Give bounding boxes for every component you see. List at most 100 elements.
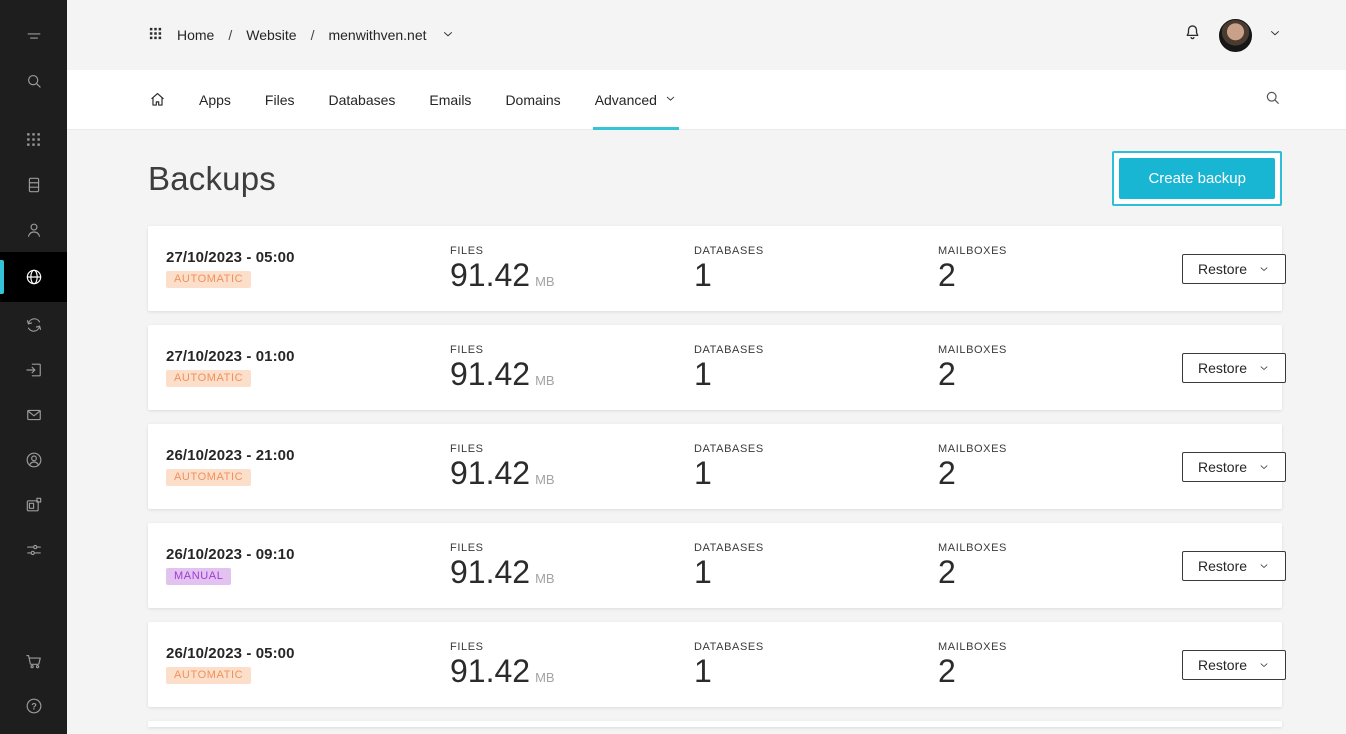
backup-databases-stat: DATABASES 1: [694, 641, 938, 689]
backup-mailboxes-stat: MAILBOXES 2: [938, 344, 1182, 392]
mailboxes-value: 2: [938, 259, 1182, 293]
files-unit: MB: [535, 670, 555, 685]
backup-card: 27/10/2023 - 01:00 AUTOMATIC FILES 91.42…: [148, 325, 1282, 410]
chevron-down-icon: [1258, 461, 1270, 473]
backup-databases-stat: DATABASES 1: [694, 443, 938, 491]
backup-meta: 26/10/2023 - 05:00 AUTOMATIC: [166, 645, 450, 684]
tab-emails[interactable]: Emails: [427, 70, 473, 130]
databases-value: 1: [694, 556, 938, 590]
mail-icon[interactable]: [0, 392, 67, 437]
main-area: Home / Website / menwithven.net Apps Fil…: [67, 0, 1346, 734]
files-unit: MB: [535, 571, 555, 586]
files-size: 91.42: [450, 653, 530, 689]
restore-button[interactable]: Restore: [1182, 650, 1286, 680]
user-icon[interactable]: [0, 207, 67, 252]
restore-label: Restore: [1198, 261, 1247, 277]
content: Backups Create backup 27/10/2023 - 05:00…: [67, 130, 1346, 734]
restore-label: Restore: [1198, 558, 1247, 574]
backup-mailboxes-stat: MAILBOXES 2: [938, 542, 1182, 590]
files-value: 91.42 MB: [450, 655, 694, 689]
tab-advanced-label: Advanced: [595, 92, 657, 108]
notifications-bell-icon[interactable]: [1182, 22, 1203, 48]
backup-datetime: 26/10/2023 - 09:10: [166, 546, 450, 563]
mailboxes-value: 2: [938, 358, 1182, 392]
restore-button[interactable]: Restore: [1182, 551, 1286, 581]
menu-icon[interactable]: [0, 13, 67, 58]
gallery-icon[interactable]: [0, 482, 67, 527]
sliders-icon[interactable]: [0, 527, 67, 572]
avatar[interactable]: [1219, 19, 1252, 52]
create-backup-button[interactable]: Create backup: [1119, 158, 1275, 199]
mailboxes-label: MAILBOXES: [938, 344, 1182, 356]
tab-databases[interactable]: Databases: [326, 70, 397, 130]
backup-card: 26/10/2023 - 21:00 AUTOMATIC FILES 91.42…: [148, 424, 1282, 509]
tab-domains[interactable]: Domains: [503, 70, 562, 130]
backup-databases-stat: DATABASES 1: [694, 542, 938, 590]
files-size: 91.42: [450, 455, 530, 491]
backup-card: 27/10/2023 - 05:00 AUTOMATIC FILES 91.42…: [148, 226, 1282, 311]
databases-label: DATABASES: [694, 245, 938, 257]
restore-label: Restore: [1198, 657, 1247, 673]
files-value: 91.42 MB: [450, 556, 694, 590]
restore-button[interactable]: Restore: [1182, 353, 1286, 383]
databases-label: DATABASES: [694, 641, 938, 653]
breadcrumb-separator: /: [311, 27, 315, 43]
databases-label: DATABASES: [694, 542, 938, 554]
mailboxes-label: MAILBOXES: [938, 542, 1182, 554]
apps-grid-icon[interactable]: [0, 117, 67, 162]
backup-files-stat: FILES 91.42MB: [450, 245, 694, 293]
databases-value: 1: [694, 457, 938, 491]
waffle-grid-icon[interactable]: [148, 26, 163, 44]
files-size: 91.42: [450, 356, 530, 392]
backup-type-badge: AUTOMATIC: [166, 370, 251, 387]
files-value: 91.42MB: [450, 358, 694, 392]
restore-label: Restore: [1198, 360, 1247, 376]
files-label: FILES: [450, 344, 694, 356]
chevron-down-icon: [664, 92, 677, 108]
chevron-down-icon: [1258, 560, 1270, 572]
backup-type-badge: AUTOMATIC: [166, 469, 251, 486]
backup-card-partial: [148, 721, 1282, 727]
backup-mailboxes-stat: MAILBOXES 2: [938, 641, 1182, 689]
sidebar: ?: [0, 0, 67, 734]
server-icon[interactable]: [0, 162, 67, 207]
active-indicator: [0, 260, 4, 294]
account-chevron-down-icon[interactable]: [1268, 26, 1282, 45]
mailboxes-label: MAILBOXES: [938, 641, 1182, 653]
page-header: Backups Create backup: [148, 151, 1282, 206]
tab-home[interactable]: [148, 90, 167, 109]
search-icon[interactable]: [1263, 88, 1282, 112]
files-label: FILES: [450, 542, 694, 554]
mailboxes-value: 2: [938, 655, 1182, 689]
restore-button[interactable]: Restore: [1182, 452, 1286, 482]
backup-mailboxes-stat: MAILBOXES 2: [938, 245, 1182, 293]
tab-files[interactable]: Files: [263, 70, 297, 130]
globe-icon[interactable]: [0, 252, 67, 302]
mailboxes-value: 2: [938, 556, 1182, 590]
tab-apps[interactable]: Apps: [197, 70, 233, 130]
backup-datetime: 27/10/2023 - 05:00: [166, 249, 450, 266]
files-size: 91.42: [450, 554, 530, 590]
tab-advanced[interactable]: Advanced: [593, 70, 679, 130]
files-label: FILES: [450, 443, 694, 455]
login-icon[interactable]: [0, 347, 67, 392]
account-circle-icon[interactable]: [0, 437, 67, 482]
chevron-down-icon[interactable]: [441, 27, 455, 44]
cart-icon[interactable]: [0, 638, 67, 683]
breadcrumb-home[interactable]: Home: [177, 27, 214, 43]
backup-type-badge: AUTOMATIC: [166, 271, 251, 288]
search-icon[interactable]: [0, 58, 67, 103]
breadcrumb-website[interactable]: Website: [246, 27, 296, 43]
backup-card: 26/10/2023 - 05:00 AUTOMATIC FILES 91.42…: [148, 622, 1282, 707]
help-icon[interactable]: ?: [0, 683, 67, 728]
restore-button[interactable]: Restore: [1182, 254, 1286, 284]
backup-files-stat: FILES 91.42MB: [450, 344, 694, 392]
backup-type-badge: MANUAL: [166, 568, 231, 585]
breadcrumb-domain[interactable]: menwithven.net: [328, 27, 426, 43]
sync-icon[interactable]: [0, 302, 67, 347]
backup-meta: 26/10/2023 - 09:10 MANUAL: [166, 546, 450, 585]
databases-value: 1: [694, 259, 938, 293]
backup-mailboxes-stat: MAILBOXES 2: [938, 443, 1182, 491]
mailboxes-label: MAILBOXES: [938, 245, 1182, 257]
page-title: Backups: [148, 160, 276, 198]
